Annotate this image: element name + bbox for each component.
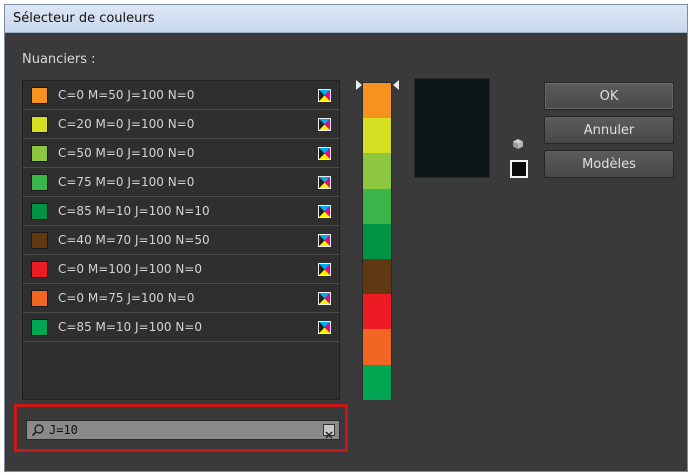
strip-segment[interactable] <box>363 294 391 330</box>
swatch-row[interactable]: C=0 M=100 J=100 N=0 <box>23 255 339 284</box>
cmyk-mode-icon <box>318 204 331 218</box>
swatch-name: C=0 M=100 J=100 N=0 <box>58 262 202 276</box>
swatches-label: Nuanciers : <box>22 52 96 67</box>
cmyk-mode-icon <box>318 233 331 247</box>
swatch-name: C=0 M=75 J=100 N=0 <box>58 291 195 305</box>
closest-color-swatch[interactable] <box>510 160 528 178</box>
cmyk-mode-icon <box>318 117 331 131</box>
strip-segment[interactable] <box>363 118 391 154</box>
title-bar: Sélecteur de couleurs <box>5 5 687 33</box>
swatch-name: C=50 M=0 J=100 N=0 <box>58 146 195 160</box>
swatch-chip <box>31 260 48 278</box>
swatch-name: C=20 M=0 J=100 N=0 <box>58 117 195 131</box>
swatch-row[interactable]: C=50 M=0 J=100 N=0 <box>23 139 339 168</box>
ok-button[interactable]: OK <box>544 82 674 110</box>
swatch-row[interactable]: C=40 M=70 J=100 N=50 <box>23 226 339 255</box>
window-title: Sélecteur de couleurs <box>13 11 155 26</box>
search-field[interactable] <box>26 420 340 440</box>
swatch-name: C=75 M=0 J=100 N=0 <box>58 175 195 189</box>
strip-segment[interactable] <box>363 258 391 295</box>
swatch-chip <box>31 202 48 220</box>
cmyk-mode-icon <box>318 146 331 160</box>
swatch-row[interactable]: C=75 M=0 J=100 N=0 <box>23 168 339 197</box>
strip-segment[interactable] <box>363 83 391 119</box>
color-preview <box>414 78 490 178</box>
strip-marker-right <box>393 80 399 90</box>
swatch-name: C=40 M=70 J=100 N=50 <box>58 233 210 247</box>
cmyk-mode-icon <box>318 262 331 276</box>
swatch-row[interactable]: C=20 M=0 J=100 N=0 <box>23 110 339 139</box>
swatch-chip <box>31 231 48 249</box>
strip-segment[interactable] <box>363 223 391 259</box>
swatch-row[interactable]: C=0 M=50 J=100 N=0 <box>23 81 339 110</box>
swatch-name: C=85 M=10 J=100 N=10 <box>58 204 210 218</box>
strip-segment[interactable] <box>363 188 391 224</box>
cmyk-mode-icon <box>318 88 331 102</box>
color-strip[interactable] <box>362 82 392 400</box>
gamut-cube-icon[interactable] <box>512 138 524 150</box>
cmyk-mode-icon <box>318 320 331 334</box>
search-input[interactable] <box>49 423 299 437</box>
strip-segment[interactable] <box>363 329 391 365</box>
swatch-name: C=85 M=10 J=100 N=0 <box>58 320 202 334</box>
swatch-name: C=0 M=50 J=100 N=0 <box>58 88 195 102</box>
swatch-row[interactable]: C=85 M=10 J=100 N=10 <box>23 197 339 226</box>
swatch-chip <box>31 289 48 307</box>
swatch-list: C=0 M=50 J=100 N=0 C=20 M=0 J=100 N=0 C=50… <box>22 80 340 400</box>
cancel-button[interactable]: Annuler <box>544 116 674 144</box>
swatch-chip <box>31 318 48 336</box>
swatch-chip <box>31 86 48 104</box>
swatch-chip <box>31 173 48 191</box>
clear-search-icon[interactable] <box>323 424 335 439</box>
swatch-chip <box>31 115 48 133</box>
strip-segment[interactable] <box>363 364 391 400</box>
cmyk-mode-icon <box>318 291 331 305</box>
swatch-row[interactable]: C=0 M=75 J=100 N=0 <box>23 284 339 313</box>
strip-segment[interactable] <box>363 153 391 189</box>
models-button[interactable]: Modèles <box>544 150 674 178</box>
search-icon <box>31 424 44 437</box>
cmyk-mode-icon <box>318 175 331 189</box>
swatch-chip <box>31 144 48 162</box>
swatch-row[interactable]: C=85 M=10 J=100 N=0 <box>23 313 339 342</box>
